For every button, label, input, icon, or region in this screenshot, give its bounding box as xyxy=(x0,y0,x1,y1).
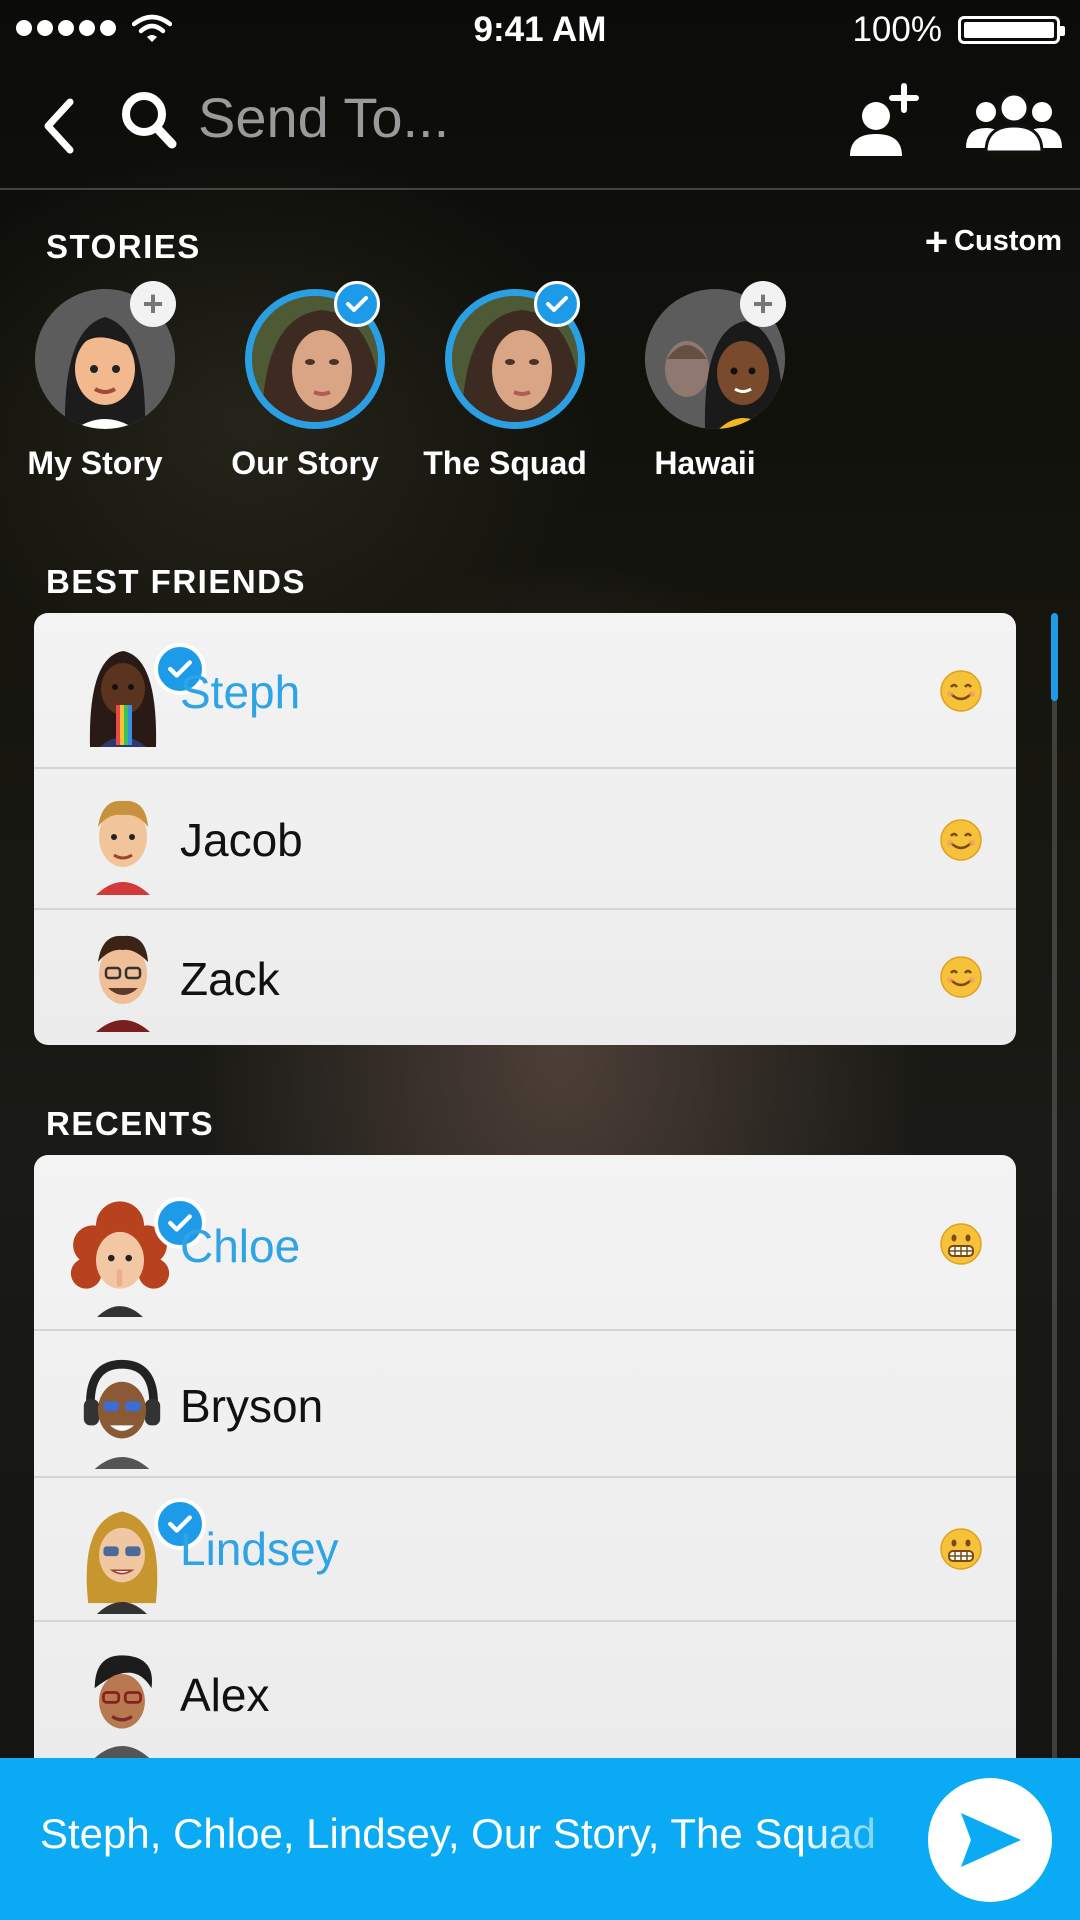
friend-name: Chloe xyxy=(180,1220,301,1272)
recents-list: Chloe Bryson Lindsey Alex xyxy=(34,1155,1016,1775)
best-friends-section-title: BEST FRIENDS xyxy=(46,563,307,600)
smiling-face-emoji-icon xyxy=(940,819,982,861)
list-item[interactable]: Alex xyxy=(34,1622,1016,1775)
bitmoji-avatar xyxy=(96,800,150,895)
friend-name: Zack xyxy=(180,953,280,1005)
custom-label: Custom xyxy=(954,225,1062,257)
bitmoji-avatar xyxy=(83,1359,161,1469)
list-item[interactable]: Bryson xyxy=(34,1331,1016,1478)
list-item[interactable]: Steph xyxy=(34,613,1016,769)
story-label: Our Story xyxy=(231,445,379,481)
add-custom-story-button[interactable]: + Custom xyxy=(924,219,1062,264)
battery-icon xyxy=(958,16,1065,44)
list-item[interactable]: Lindsey xyxy=(34,1478,1016,1622)
send-button[interactable] xyxy=(928,1778,1052,1902)
back-chevron-icon[interactable] xyxy=(38,94,78,158)
list-item[interactable]: Jacob xyxy=(34,769,1016,910)
status-bar: 9:41 AM 100% xyxy=(0,0,1080,60)
list-item[interactable]: Zack xyxy=(34,910,1016,1045)
search-icon xyxy=(122,92,177,149)
list-item[interactable]: Chloe xyxy=(34,1155,1016,1331)
grimacing-face-emoji-icon xyxy=(940,1528,982,1570)
friend-name: Bryson xyxy=(180,1380,324,1432)
selected-recipients-list: Steph, Chloe, Lindsey, Our Story, The Sq… xyxy=(40,1810,876,1857)
search-input[interactable] xyxy=(198,82,698,152)
send-arrow-icon xyxy=(961,1813,1021,1867)
check-icon xyxy=(534,281,580,327)
add-to-story-icon: + xyxy=(740,281,786,327)
plus-icon: + xyxy=(924,219,949,264)
smiling-face-emoji-icon xyxy=(940,956,982,998)
bitmoji-avatar xyxy=(96,935,150,1032)
check-icon xyxy=(334,281,380,327)
add-to-story-icon: + xyxy=(130,281,176,327)
friend-name: Steph xyxy=(180,666,301,718)
friend-name: Alex xyxy=(180,1669,270,1721)
friend-name: Lindsey xyxy=(180,1523,339,1575)
scrollbar-track[interactable] xyxy=(1052,615,1057,1765)
battery-percentage: 100% xyxy=(852,10,942,49)
scrollbar-thumb[interactable] xyxy=(1051,613,1058,701)
story-label: The Squad xyxy=(423,445,587,481)
friend-name: Jacob xyxy=(180,814,303,866)
smiling-face-emoji-icon xyxy=(940,670,982,712)
story-label: Hawaii xyxy=(654,445,756,481)
story-label: My Story xyxy=(27,445,163,481)
best-friends-list: Steph Jacob Zack xyxy=(34,613,1016,1045)
send-bar: Steph, Chloe, Lindsey, Our Story, The Sq… xyxy=(0,1758,1080,1920)
groups-icon[interactable] xyxy=(964,86,1064,156)
stories-section-title: STORIES xyxy=(46,228,201,265)
add-friend-icon[interactable] xyxy=(846,80,926,160)
grimacing-face-emoji-icon xyxy=(940,1223,982,1265)
header xyxy=(0,60,1080,190)
recents-section-title: RECENTS xyxy=(46,1105,215,1142)
bitmoji-avatar xyxy=(94,1655,152,1758)
